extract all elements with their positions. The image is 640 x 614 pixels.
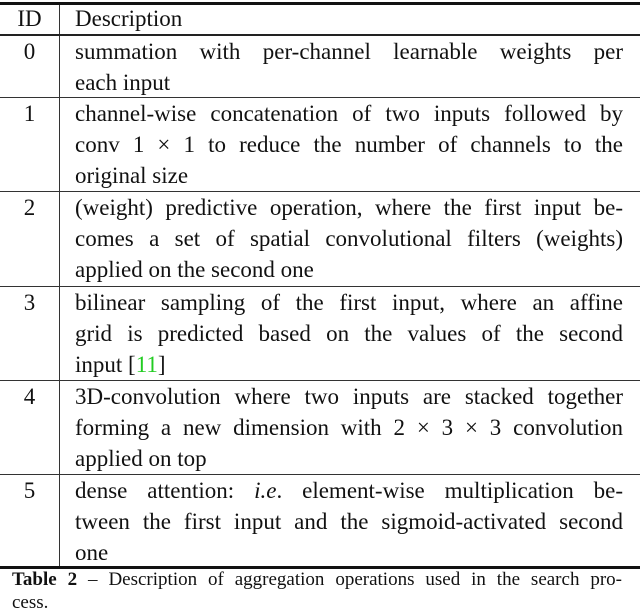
table-caption: Table 2 – Description of aggregation ope… — [12, 569, 623, 613]
row-id: 2 — [23, 195, 36, 220]
row-id: 1 — [23, 101, 36, 126]
header-description: Description — [75, 6, 183, 31]
row-description: (weight) predictive operation, where the… — [75, 195, 623, 282]
row-description: channel-wise concatenation of two inputs… — [75, 101, 623, 188]
row-description: dense attention: i.e. element-wise multi… — [75, 478, 623, 565]
row-description: 3D-convolution where two inputs are stac… — [75, 384, 623, 471]
citation-link[interactable]: 11 — [136, 352, 158, 377]
row-id: 5 — [23, 478, 36, 503]
row-description: bilinear sampling of the first input, wh… — [75, 290, 623, 377]
row-id: 0 — [23, 39, 36, 64]
header-id: ID — [17, 6, 42, 31]
caption-label: Table 2 — [12, 569, 78, 590]
row-id: 4 — [23, 384, 36, 409]
row-description: summation with per-channel learnable wei… — [75, 39, 623, 95]
row-id: 3 — [23, 290, 36, 315]
